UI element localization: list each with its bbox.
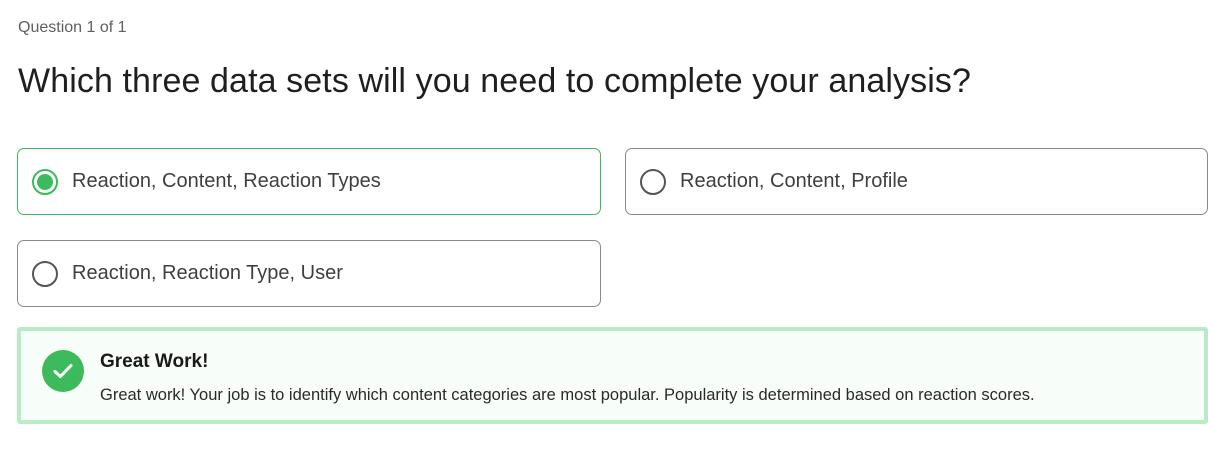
answer-option-1[interactable]: Reaction, Content, Reaction Types [17, 148, 601, 215]
radio-selected-icon[interactable] [32, 168, 58, 195]
answer-option-3[interactable]: Reaction, Reaction Type, User [17, 240, 601, 307]
answer-option-2[interactable]: Reaction, Content, Profile [625, 148, 1208, 215]
checkmark-icon [42, 350, 84, 392]
answer-option-label: Reaction, Content, Profile [680, 170, 908, 192]
answer-option-label: Reaction, Content, Reaction Types [72, 170, 381, 192]
feedback-panel: Great Work! Great work! Your job is to i… [17, 327, 1208, 424]
question-counter: Question 1 of 1 [18, 19, 127, 36]
feedback-message: Great work! Your job is to identify whic… [100, 386, 1035, 404]
radio-unselected-icon[interactable] [640, 168, 666, 195]
answer-option-label: Reaction, Reaction Type, User [72, 262, 343, 284]
radio-unselected-icon[interactable] [32, 260, 58, 287]
feedback-title: Great Work! [100, 351, 209, 372]
question-text: Which three data sets will you need to c… [18, 62, 972, 100]
